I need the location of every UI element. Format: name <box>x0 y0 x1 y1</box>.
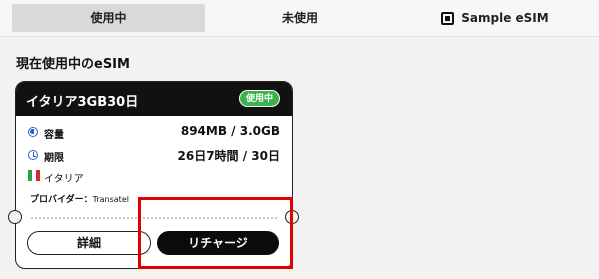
highlight-box <box>138 197 293 269</box>
tab-bar: 使用中 未使用 Sample eSIM <box>0 0 599 37</box>
italy-flag-icon <box>28 170 40 181</box>
sim-chip-icon <box>441 12 455 25</box>
tab-sample-esim-label: Sample eSIM <box>461 11 549 25</box>
provider-info: プロバイダー：Transatel <box>30 192 129 205</box>
tab-unused[interactable]: 未使用 <box>205 4 395 32</box>
clock-icon <box>28 150 38 160</box>
tab-sample-esim[interactable]: Sample eSIM <box>395 4 595 32</box>
card-notch-left <box>8 210 22 224</box>
capacity-label: 容量 <box>44 130 64 141</box>
period-value: 26日7時間 / 30日 <box>177 149 281 163</box>
period-row: 期限 26日7時間 / 30日 <box>28 147 281 164</box>
capacity-icon <box>28 127 38 137</box>
plan-name: イタリア3GB30日 <box>26 95 139 110</box>
section-title: 現在使用中のeSIM <box>16 57 130 72</box>
country-label: イタリア <box>44 174 84 185</box>
country-row: イタリア <box>28 168 280 185</box>
tab-in-use[interactable]: 使用中 <box>12 4 205 32</box>
provider-label: プロバイダー： <box>30 195 93 205</box>
capacity-value: 894MB / 3.0GB <box>180 124 280 138</box>
card-header: イタリア3GB30日 使用中 <box>16 82 292 116</box>
detail-button[interactable]: 詳細 <box>27 231 151 255</box>
capacity-row: 容量 894MB / 3.0GB <box>28 124 280 141</box>
provider-value: Transatel <box>92 195 129 204</box>
status-badge: 使用中 <box>238 90 280 107</box>
period-label: 期限 <box>44 153 64 164</box>
